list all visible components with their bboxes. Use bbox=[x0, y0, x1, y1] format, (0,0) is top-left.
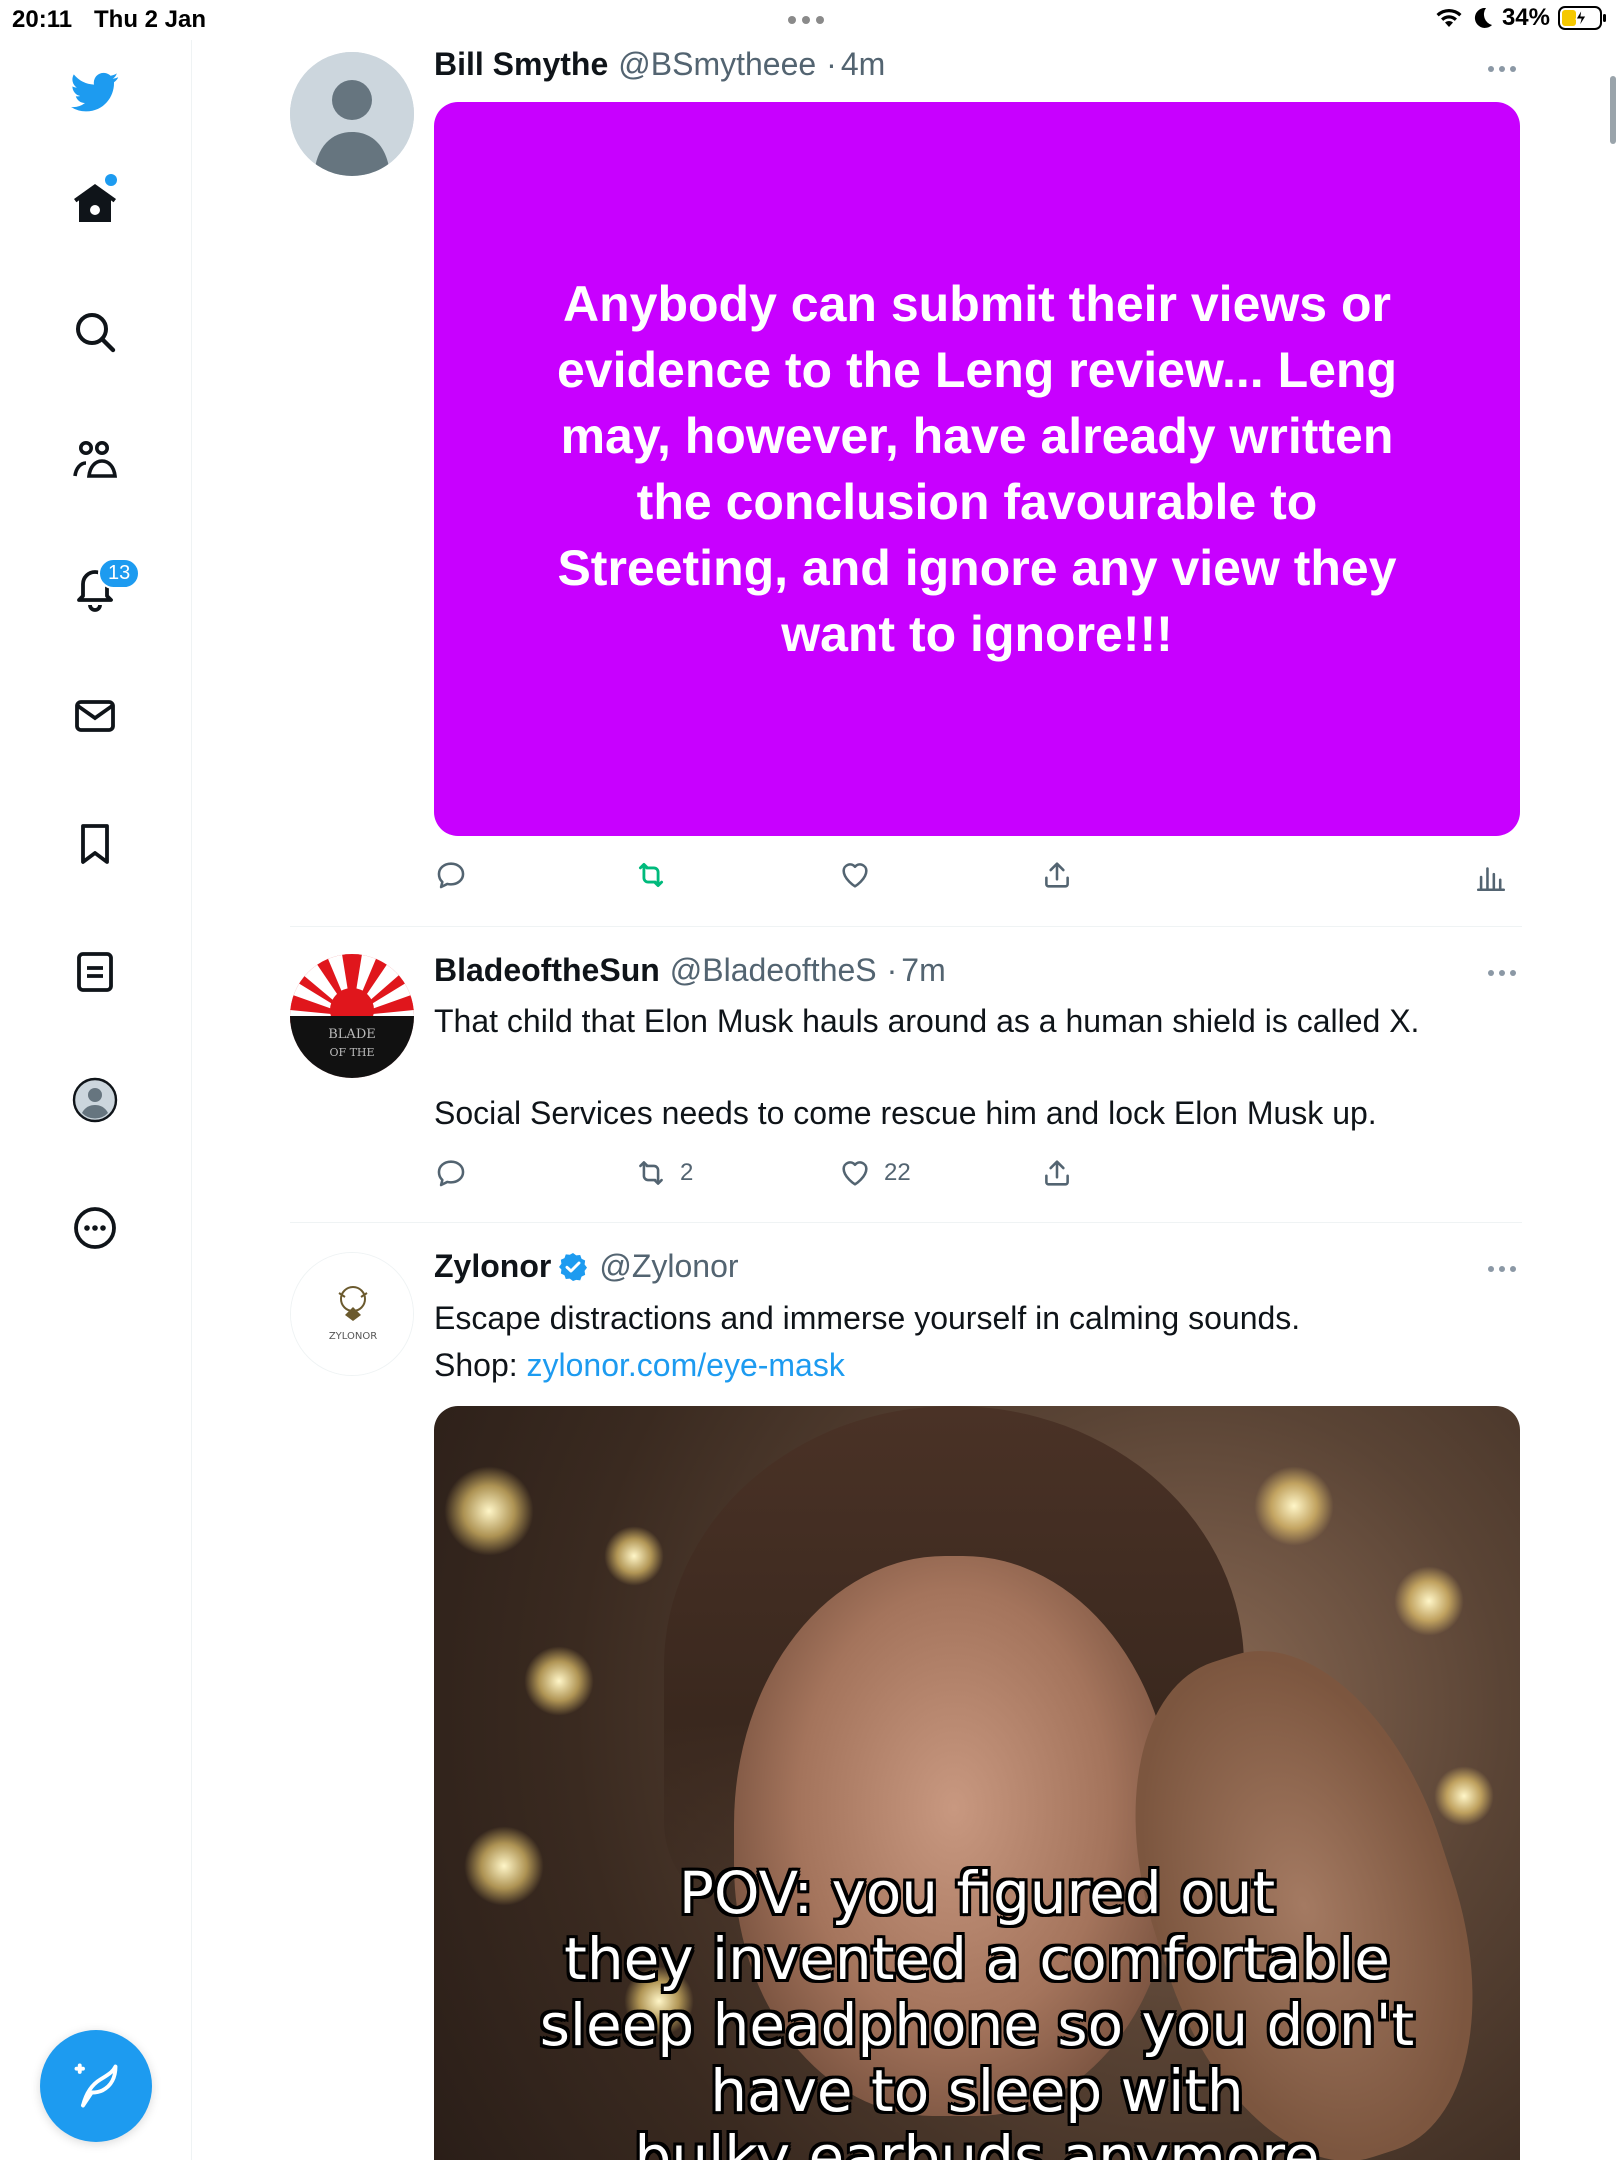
fairy-light bbox=[604, 1526, 664, 1586]
svg-text:OF THE: OF THE bbox=[329, 1046, 374, 1059]
tweet-text-line-1: That child that Elon Musk hauls around a… bbox=[434, 1003, 1420, 1039]
author-handle[interactable]: @BSmytheee bbox=[618, 46, 816, 83]
tweet-header: BladeoftheSun @BladeoftheS · 7m bbox=[434, 952, 946, 989]
analytics-button[interactable] bbox=[1474, 860, 1508, 894]
tweet-time[interactable]: 7m bbox=[901, 952, 945, 989]
separator: · bbox=[886, 952, 898, 988]
fairy-light bbox=[444, 1466, 534, 1556]
twitter-logo-icon[interactable] bbox=[63, 60, 127, 124]
home-icon[interactable] bbox=[63, 172, 127, 236]
author-name[interactable]: Zylonor bbox=[434, 1248, 551, 1285]
status-right: 34% bbox=[1434, 4, 1608, 32]
author-name[interactable]: Bill Smythe bbox=[434, 46, 608, 83]
share-button[interactable] bbox=[1040, 1156, 1074, 1190]
tweet-text-line-2: Social Services needs to come rescue him… bbox=[434, 1095, 1377, 1131]
tweet-time[interactable]: 4m bbox=[841, 46, 885, 83]
sidebar-nav: 13 bbox=[0, 40, 192, 2160]
status-time: 20:11 bbox=[12, 6, 73, 33]
like-count: 22 bbox=[884, 1159, 911, 1186]
meme-caption-line-2: they invented a comfortable bbox=[564, 1925, 1390, 1993]
separator: · bbox=[826, 46, 837, 82]
compose-feather-icon bbox=[74, 2063, 118, 2108]
svg-text:BLADE: BLADE bbox=[328, 1027, 376, 1042]
reply-button[interactable] bbox=[434, 1156, 468, 1190]
fairy-light bbox=[1394, 1566, 1464, 1636]
share-button[interactable] bbox=[1040, 858, 1074, 892]
meme-caption-line-1: POV: you figured out bbox=[678, 1859, 1276, 1927]
author-handle[interactable]: @Zylonor bbox=[599, 1248, 738, 1285]
messages-icon[interactable] bbox=[63, 684, 127, 748]
analytics-icon bbox=[1476, 867, 1506, 892]
reply-icon bbox=[437, 862, 465, 889]
heart-icon bbox=[842, 1161, 868, 1186]
zylonor-logo-icon: ZYLONOR bbox=[291, 1253, 413, 1375]
more-icon[interactable] bbox=[63, 1196, 127, 1260]
author-handle[interactable]: @BladeoftheS bbox=[670, 952, 877, 989]
retweet-button[interactable]: 2 bbox=[634, 1156, 693, 1190]
profile-icon[interactable] bbox=[63, 1068, 127, 1132]
more-options-icon[interactable] bbox=[1488, 1266, 1516, 1272]
battery-charging-icon bbox=[1558, 6, 1606, 30]
meme-caption-line-3: sleep headphone so you don't bbox=[539, 1991, 1415, 2059]
reply-icon bbox=[437, 1160, 465, 1187]
more-options-icon[interactable] bbox=[1488, 970, 1516, 976]
avatar[interactable] bbox=[290, 52, 414, 176]
lists-icon[interactable] bbox=[63, 940, 127, 1004]
multitasking-dots-icon[interactable] bbox=[788, 16, 824, 24]
search-icon[interactable] bbox=[63, 300, 127, 364]
wifi-icon bbox=[1436, 8, 1462, 27]
communities-icon[interactable] bbox=[63, 428, 127, 492]
avatar[interactable]: ZYLONOR bbox=[290, 1252, 414, 1376]
meme-caption-line-4: have to sleep with bbox=[710, 2057, 1244, 2125]
tweet-divider bbox=[290, 926, 1522, 927]
tweet-image[interactable]: Anybody can submit their views or eviden… bbox=[434, 102, 1520, 836]
share-icon bbox=[1045, 1160, 1069, 1186]
tweet-header: Zylonor @Zylonor bbox=[434, 1248, 739, 1285]
tweet-video[interactable]: POV: you figured out they invented a com… bbox=[434, 1406, 1520, 2160]
heart-icon bbox=[842, 863, 868, 888]
retweet-icon bbox=[638, 862, 664, 888]
author-name[interactable]: BladeoftheSun bbox=[434, 952, 660, 989]
fairy-light bbox=[1434, 1766, 1494, 1826]
bookmarks-icon[interactable] bbox=[63, 812, 127, 876]
status-bar: 20:11 Thu 2 Jan 34% bbox=[0, 0, 1620, 40]
battery-percent: 34% bbox=[1501, 4, 1550, 31]
like-button[interactable] bbox=[838, 858, 872, 892]
avatar[interactable]: BLADE OF THE bbox=[290, 954, 414, 1078]
compose-tweet-button[interactable] bbox=[40, 2030, 152, 2142]
home-unread-dot bbox=[105, 174, 117, 186]
like-button[interactable]: 22 bbox=[838, 1156, 911, 1190]
retweet-icon bbox=[639, 1161, 663, 1185]
tweet-header: Bill Smythe @BSmytheee · 4m bbox=[434, 46, 885, 83]
tweet-text-line-2: Shop: zylonor.com/eye-mask bbox=[434, 1342, 1514, 1388]
rising-sun-avatar-icon: BLADE OF THE bbox=[290, 954, 414, 1078]
status-date: Thu 2 Jan bbox=[94, 6, 207, 33]
fairy-light bbox=[524, 1646, 594, 1716]
more-options-icon[interactable] bbox=[1488, 66, 1516, 72]
default-avatar-icon bbox=[290, 52, 414, 176]
image-text: Anybody can submit their views or eviden… bbox=[556, 276, 1397, 662]
verified-badge-icon bbox=[559, 1252, 588, 1281]
notifications-badge: 13 bbox=[98, 558, 141, 589]
fairy-light bbox=[1254, 1466, 1334, 1546]
retweet-button[interactable] bbox=[634, 858, 668, 892]
reply-button[interactable] bbox=[434, 858, 468, 892]
svg-text:ZYLONOR: ZYLONOR bbox=[329, 1331, 377, 1342]
meme-caption-line-5: bulky earbuds anymore bbox=[634, 2123, 1320, 2160]
moon-icon bbox=[1474, 7, 1492, 28]
share-icon bbox=[1045, 862, 1069, 888]
tweet-text-line-1: Escape distractions and immerse yourself… bbox=[434, 1300, 1301, 1336]
retweet-count: 2 bbox=[680, 1159, 694, 1186]
scrollbar-thumb[interactable] bbox=[1610, 76, 1616, 144]
shop-link[interactable]: zylonor.com/eye-mask bbox=[527, 1347, 845, 1383]
shop-label: Shop: bbox=[434, 1347, 527, 1383]
tweet-divider bbox=[290, 1222, 1522, 1223]
